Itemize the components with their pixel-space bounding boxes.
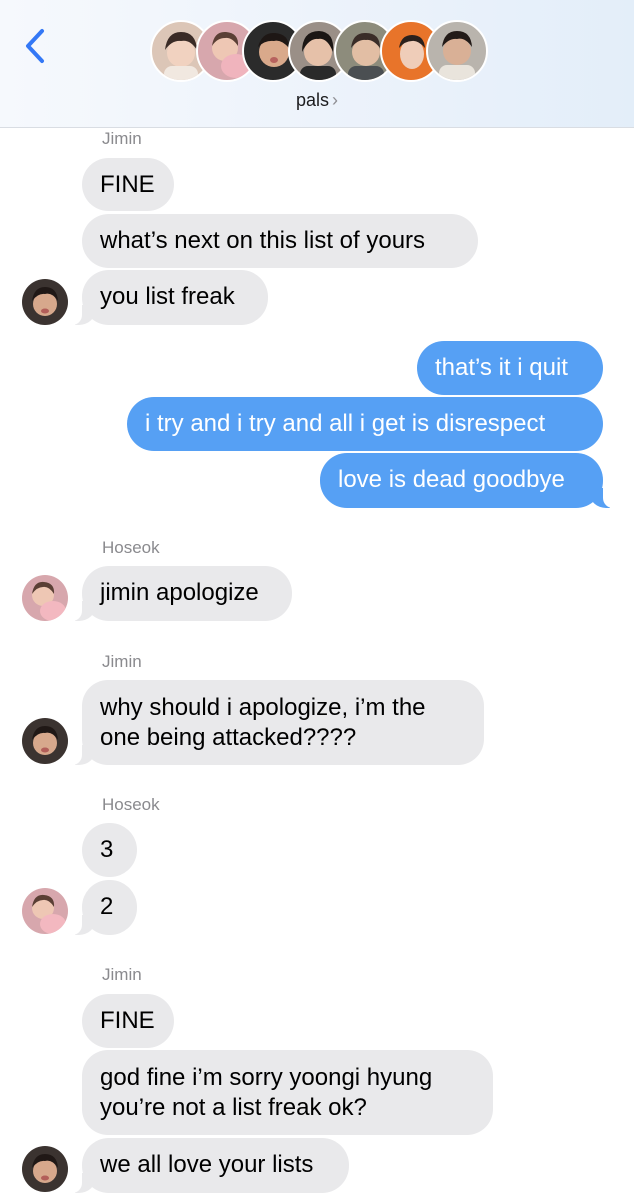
sender-avatar [22,1146,68,1192]
message-bubble[interactable]: 3 [82,823,137,877]
message-bubble[interactable]: 2 [72,880,137,935]
message-bubble[interactable]: why should i apologize, i’m the one bein… [72,680,484,765]
message-bubble[interactable]: FINE [82,158,174,211]
sender-name: Jimin [102,129,142,148]
sender-name: Hoseok [102,795,160,814]
message-bubble[interactable]: what’s next on this list of yours [82,214,478,268]
message-bubble[interactable]: we all love your lists [72,1138,349,1193]
message-bubble[interactable]: i try and i try and all i get is disresp… [127,397,603,451]
sender-avatar [22,575,68,621]
sender-avatar [22,279,68,325]
sender-avatar [22,718,68,764]
message-bubble[interactable]: that’s it i quit [417,341,603,395]
message-bubble[interactable]: FINE [82,994,174,1048]
sender-name: Hoseok [102,538,160,557]
message-bubble[interactable]: jimin apologize [72,566,292,621]
message-list[interactable]: Jimin FINE what’s next on this list of y… [0,0,634,1200]
sender-name: Jimin [102,652,142,671]
message-bubble[interactable]: god fine i’m sorry yoongi hyung you’re n… [82,1050,493,1135]
message-bubble[interactable]: love is dead goodbye [320,453,613,508]
sender-name: Jimin [102,965,142,984]
sender-avatar [22,888,68,934]
message-bubble[interactable]: you list freak [72,270,268,325]
